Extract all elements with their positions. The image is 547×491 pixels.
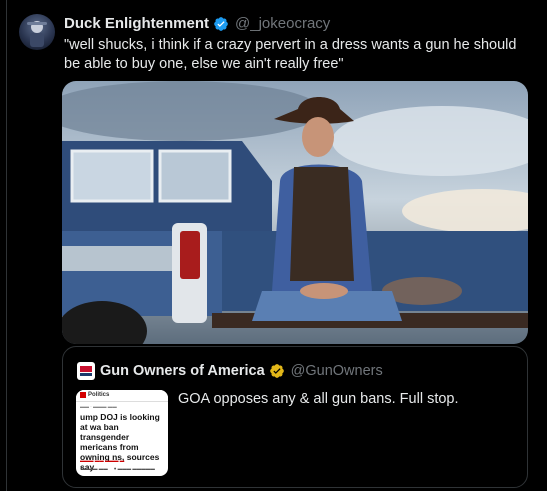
author-handle[interactable]: @_jokeocracy bbox=[235, 15, 330, 32]
author-name[interactable]: Duck Enlightenment bbox=[64, 15, 209, 32]
quote-tweet-card[interactable]: Gun Owners of America @GunOwners Politic… bbox=[62, 346, 528, 488]
tweet-media-photo[interactable] bbox=[62, 81, 528, 344]
quote-header: Gun Owners of America @GunOwners bbox=[100, 363, 383, 379]
goa-logo-icon bbox=[79, 364, 93, 378]
news-logo-icon bbox=[80, 392, 86, 398]
thumbnail-source-label: Politics bbox=[88, 392, 110, 398]
quote-thumbnail[interactable]: Politics ▬▬ · ▬▬▬ ▬▬ ump DOJ is looking … bbox=[76, 390, 168, 476]
quote-author-name[interactable]: Gun Owners of America bbox=[100, 363, 265, 379]
verified-badge-icon bbox=[214, 16, 228, 31]
photo-illustration bbox=[62, 81, 528, 344]
thumbnail-byline: ● ▬▬▬ ▬▬ ● ▬▬▬ ▬▬▬▬▬ bbox=[80, 466, 155, 471]
gold-verified-badge-icon bbox=[269, 364, 284, 378]
quote-author-handle[interactable]: @GunOwners bbox=[291, 363, 383, 379]
quote-text: GOA opposes any & all gun bans. Full sto… bbox=[178, 391, 459, 407]
thumbnail-meta: ▬▬ · ▬▬▬ ▬▬ bbox=[80, 404, 117, 409]
thumbnail-source: Politics bbox=[80, 392, 109, 398]
tweet-text: "well shucks, i think if a crazy pervert… bbox=[64, 37, 517, 72]
quote-author-avatar[interactable] bbox=[77, 362, 95, 380]
thread-divider bbox=[6, 0, 7, 491]
tweet-header: Duck Enlightenment @_jokeocracy bbox=[64, 15, 330, 32]
author-avatar[interactable] bbox=[19, 14, 55, 50]
thumbnail-headline: ump DOJ is looking at wa ban transgender… bbox=[80, 412, 160, 472]
thumbnail-meta-line: ▬▬▬ ▬▬ ▬▬▬ ▬ bbox=[80, 458, 125, 463]
avatar-image bbox=[27, 21, 47, 47]
